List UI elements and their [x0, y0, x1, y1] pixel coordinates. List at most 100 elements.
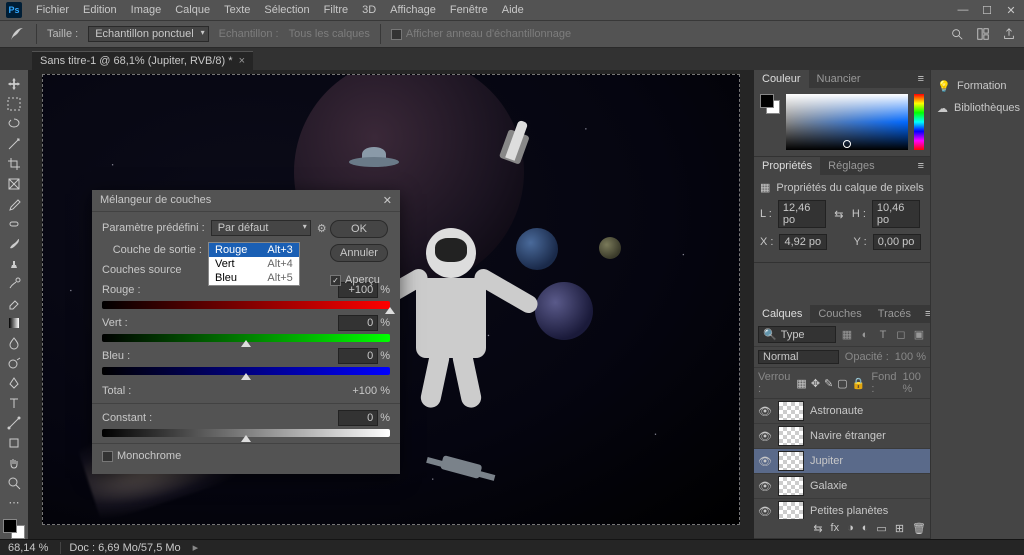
- eyedropper-tool-icon[interactable]: [2, 194, 26, 214]
- doc-size[interactable]: Doc : 6,69 Mo/57,5 Mo: [60, 542, 180, 554]
- preset-gear-icon[interactable]: ⚙: [317, 222, 327, 235]
- workspace-icon[interactable]: [976, 27, 990, 41]
- blend-mode-combo[interactable]: Normal: [758, 350, 839, 364]
- vert-thumb[interactable]: [241, 340, 251, 347]
- lock-position-icon[interactable]: ✥: [811, 377, 820, 390]
- dialog-close-icon[interactable]: ✕: [383, 194, 392, 207]
- color-field[interactable]: [786, 94, 908, 150]
- tab-reglages[interactable]: Réglages: [820, 157, 882, 175]
- menu-selection[interactable]: Sélection: [264, 4, 309, 16]
- eye-icon[interactable]: 👁: [758, 430, 772, 443]
- vert-value[interactable]: 0: [338, 315, 378, 331]
- dialog-titlebar[interactable]: Mélangeur de couches ✕: [92, 190, 400, 212]
- bibliotheques-panel-button[interactable]: ☁ Bibliothèques: [931, 98, 1024, 118]
- tab-proprietes[interactable]: Propriétés: [754, 157, 820, 175]
- menu-image[interactable]: Image: [131, 4, 162, 16]
- color-swatch[interactable]: [3, 519, 25, 539]
- rouge-thumb[interactable]: [385, 307, 395, 314]
- y-field[interactable]: 0,00 po: [873, 234, 921, 250]
- lock-paint-icon[interactable]: ✎: [824, 377, 833, 390]
- pen-tool-icon[interactable]: [2, 373, 26, 393]
- constant-track[interactable]: [102, 429, 390, 437]
- adjustment-icon[interactable]: ◐: [862, 522, 869, 535]
- filter-pixels-icon[interactable]: ▦: [840, 328, 854, 342]
- h-field[interactable]: 10,46 po: [872, 200, 920, 228]
- layer-row[interactable]: 👁Astronaute: [754, 399, 930, 424]
- new-layer-icon[interactable]: ⊞: [895, 522, 904, 535]
- close-tab-icon[interactable]: ×: [239, 55, 245, 67]
- shape-tool-icon[interactable]: [2, 433, 26, 453]
- menu-edition[interactable]: Edition: [83, 4, 117, 16]
- vert-track[interactable]: [102, 334, 390, 342]
- link-icon[interactable]: ⇆: [832, 208, 846, 221]
- tab-couleur[interactable]: Couleur: [754, 70, 809, 88]
- eye-icon[interactable]: 👁: [758, 405, 772, 418]
- menu-fenetre[interactable]: Fenêtre: [450, 4, 488, 16]
- menu-fichier[interactable]: Fichier: [36, 4, 69, 16]
- show-ring-checkbox[interactable]: Afficher anneau d'échantillonnage: [391, 28, 571, 40]
- bleu-value[interactable]: 0: [338, 348, 378, 364]
- path-tool-icon[interactable]: [2, 413, 26, 433]
- wand-tool-icon[interactable]: [2, 134, 26, 154]
- tab-traces[interactable]: Tracés: [870, 305, 919, 323]
- menu-aide[interactable]: Aide: [502, 4, 524, 16]
- preset-combo[interactable]: Par défaut: [211, 220, 311, 236]
- menu-texte[interactable]: Texte: [224, 4, 250, 16]
- dodge-tool-icon[interactable]: [2, 353, 26, 373]
- eye-icon[interactable]: 👁: [758, 455, 772, 468]
- monochrome-checkbox[interactable]: Monochrome: [102, 450, 390, 462]
- blur-tool-icon[interactable]: [2, 333, 26, 353]
- trash-icon[interactable]: 🗑: [912, 522, 926, 535]
- window-minimize-icon[interactable]: —: [956, 4, 970, 17]
- edit-toolbar-icon[interactable]: ⋯: [2, 493, 26, 513]
- move-tool-icon[interactable]: [2, 74, 26, 94]
- bleu-thumb[interactable]: [241, 373, 251, 380]
- heal-tool-icon[interactable]: [2, 214, 26, 234]
- current-tool-icon[interactable]: [8, 25, 26, 43]
- lock-pixels-icon[interactable]: ▦: [796, 377, 806, 390]
- filter-adjust-icon[interactable]: ◐: [858, 328, 872, 342]
- hue-strip[interactable]: [914, 94, 924, 150]
- filter-type-icon[interactable]: T: [876, 328, 890, 342]
- lock-all-icon[interactable]: 🔒: [852, 377, 866, 390]
- sample-combo[interactable]: Echantillon ponctuel: [88, 26, 208, 42]
- tab-calques[interactable]: Calques: [754, 305, 810, 323]
- layer-row[interactable]: 👁Galaxie: [754, 474, 930, 499]
- eye-icon[interactable]: 👁: [758, 480, 772, 493]
- mask-icon[interactable]: ◑: [847, 522, 854, 535]
- bleu-track[interactable]: [102, 367, 390, 375]
- menu-calque[interactable]: Calque: [175, 4, 210, 16]
- gradient-tool-icon[interactable]: [2, 313, 26, 333]
- constant-thumb[interactable]: [241, 435, 251, 442]
- cancel-button[interactable]: Annuler: [330, 244, 388, 262]
- menu-3d[interactable]: 3D: [362, 4, 376, 16]
- lasso-tool-icon[interactable]: [2, 114, 26, 134]
- color-swatch-panel[interactable]: [760, 94, 780, 114]
- canvas[interactable]: Mélangeur de couches ✕ OK Annuler ✓ Aper…: [28, 70, 754, 539]
- frame-tool-icon[interactable]: [2, 174, 26, 194]
- history-brush-tool-icon[interactable]: [2, 274, 26, 294]
- output-opt-bleu[interactable]: BleuAlt+5: [209, 271, 299, 285]
- tab-nuancier[interactable]: Nuancier: [809, 70, 869, 88]
- formation-panel-button[interactable]: 💡 Formation: [931, 76, 1024, 96]
- layer-filter-input[interactable]: 🔍 Type: [758, 326, 836, 343]
- filter-smart-icon[interactable]: ▣: [912, 328, 926, 342]
- ok-button[interactable]: OK: [330, 220, 388, 238]
- layer-row[interactable]: 👁Navire étranger: [754, 424, 930, 449]
- search-icon[interactable]: [950, 27, 964, 41]
- layer-row[interactable]: 👁Jupiter: [754, 449, 930, 474]
- zoom-tool-icon[interactable]: [2, 473, 26, 493]
- constant-value[interactable]: 0: [338, 410, 378, 426]
- menu-filtre[interactable]: Filtre: [324, 4, 348, 16]
- filter-shape-icon[interactable]: ◻: [894, 328, 908, 342]
- crop-tool-icon[interactable]: [2, 154, 26, 174]
- status-arrow-icon[interactable]: ▸: [193, 541, 199, 554]
- color-panel-menu-icon[interactable]: ≡: [912, 70, 930, 88]
- rouge-track[interactable]: [102, 301, 390, 309]
- fx-icon[interactable]: fx: [831, 522, 840, 535]
- document-tab[interactable]: Sans titre-1 @ 68,1% (Jupiter, RVB/8) * …: [32, 51, 253, 70]
- output-opt-rouge[interactable]: RougeAlt+3: [209, 243, 299, 257]
- type-tool-icon[interactable]: [2, 393, 26, 413]
- zoom-value[interactable]: 68,14 %: [8, 542, 48, 554]
- lock-artboard-icon[interactable]: ▢: [837, 377, 847, 390]
